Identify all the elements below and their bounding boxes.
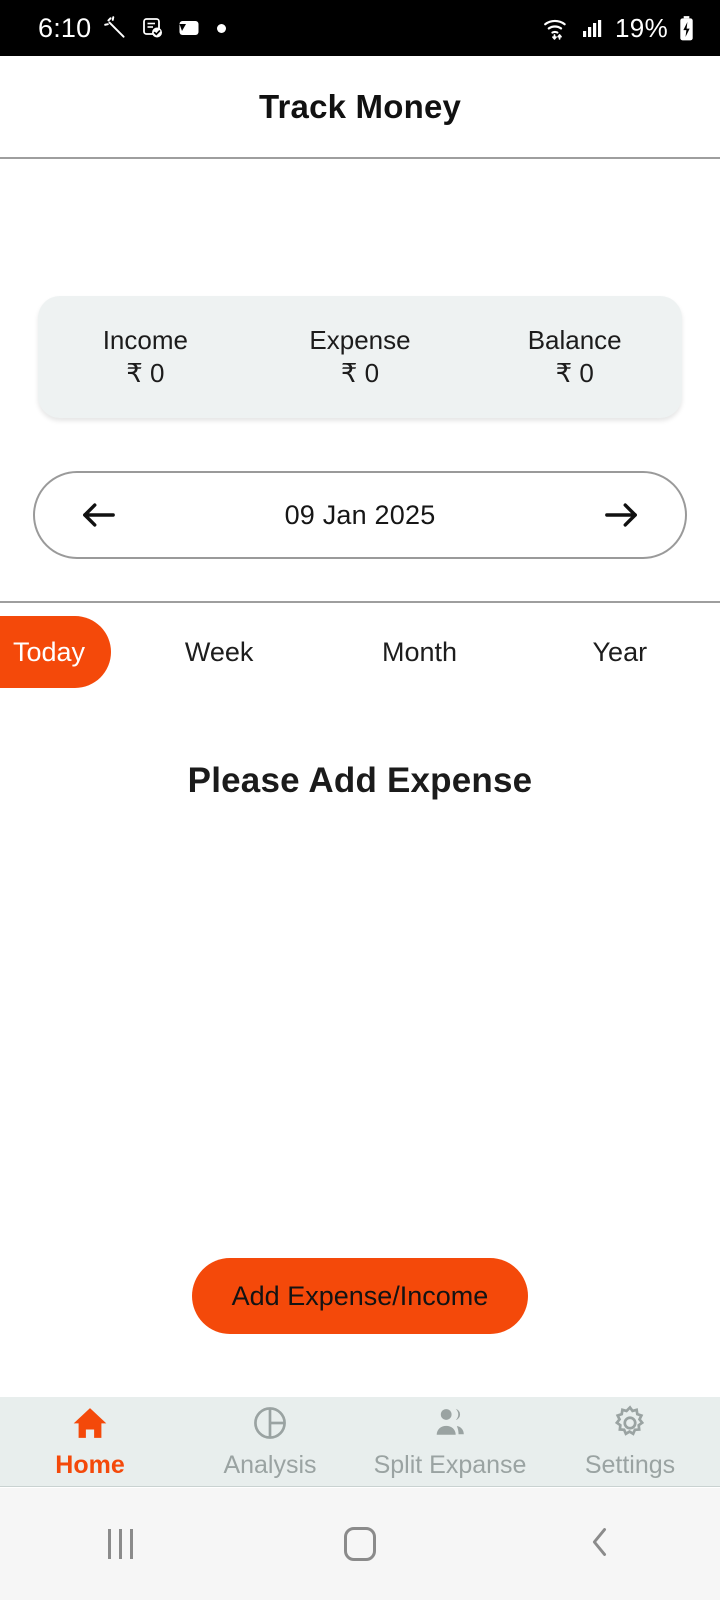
nav-item-settings[interactable]: Settings [540, 1404, 720, 1480]
nav-label: Analysis [223, 1450, 317, 1479]
summary-label: Income [102, 324, 188, 355]
arrow-right-icon[interactable] [599, 493, 643, 537]
summary-column-income: Income ₹ 0 [38, 324, 253, 391]
recents-icon [107, 1529, 133, 1559]
home-square-icon [344, 1527, 376, 1561]
back-chevron-icon [586, 1525, 614, 1564]
people-icon [430, 1404, 470, 1447]
cellular-signal-icon [580, 16, 606, 40]
add-expense-income-button[interactable]: Add Expense/Income [191, 1258, 529, 1334]
app-screen: 6:10 19% Track Money Income ₹ 0 Expense … [0, 0, 720, 1600]
status-bar: 6:10 19% [0, 0, 720, 56]
date-selector-section: 09 Jan 2025 [0, 418, 720, 559]
summary-column-balance: Balance ₹ 0 [467, 324, 682, 391]
summary-card: Income ₹ 0 Expense ₹ 0 Balance ₹ 0 [38, 296, 682, 418]
period-tabs: Today Week Month Year [0, 603, 720, 701]
tab-week[interactable]: Week [119, 637, 319, 668]
summary-value: ₹ 0 [340, 358, 380, 388]
battery-charging-icon [677, 15, 696, 42]
summary-label: Expense [309, 324, 411, 355]
wallet-icon [177, 16, 201, 40]
nav-label: Home [55, 1450, 125, 1479]
android-home-button[interactable] [240, 1527, 480, 1561]
status-bar-right: 19% [541, 13, 696, 44]
empty-state-message: Please Add Expense [187, 761, 533, 800]
gear-icon [610, 1404, 650, 1447]
page-title: Track Money [258, 87, 462, 125]
recents-button[interactable] [0, 1529, 240, 1559]
pie-chart-icon [250, 1404, 290, 1447]
arrow-left-icon[interactable] [77, 493, 121, 537]
nav-item-home[interactable]: Home [0, 1404, 180, 1480]
date-selector: 09 Jan 2025 [33, 471, 687, 559]
nav-item-split-expanse[interactable]: Split Expanse [360, 1404, 540, 1480]
magic-wand-icon [103, 15, 129, 41]
add-button-container: Add Expense/Income [0, 1258, 720, 1334]
tab-year[interactable]: Year [520, 637, 720, 668]
note-check-icon [141, 16, 165, 40]
android-back-button[interactable] [480, 1525, 720, 1564]
nav-label: Settings [584, 1450, 676, 1479]
battery-percent-label: 19% [615, 12, 668, 43]
android-navigation-bar [0, 1488, 720, 1600]
nav-item-analysis[interactable]: Analysis [180, 1404, 360, 1480]
wifi-arrows-icon [541, 15, 571, 41]
summary-value: ₹ 0 [126, 358, 165, 388]
nav-label: Split Expanse [373, 1450, 527, 1479]
tab-today[interactable]: Today [0, 616, 111, 688]
selected-date-label[interactable]: 09 Jan 2025 [285, 500, 436, 531]
status-bar-left: 6:10 [38, 12, 227, 44]
summary-section: Income ₹ 0 Expense ₹ 0 Balance ₹ 0 [0, 159, 720, 418]
bottom-navigation: Home Analysis Split Expanse Settings [0, 1397, 720, 1487]
summary-value: ₹ 0 [555, 358, 594, 388]
home-icon [70, 1404, 110, 1447]
tab-month[interactable]: Month [319, 637, 519, 668]
dot-icon [217, 23, 227, 33]
status-bar-clock: 6:10 [38, 12, 92, 43]
summary-label: Balance [527, 324, 622, 355]
app-bar: Track Money [0, 56, 720, 159]
summary-column-expense: Expense ₹ 0 [253, 324, 468, 391]
